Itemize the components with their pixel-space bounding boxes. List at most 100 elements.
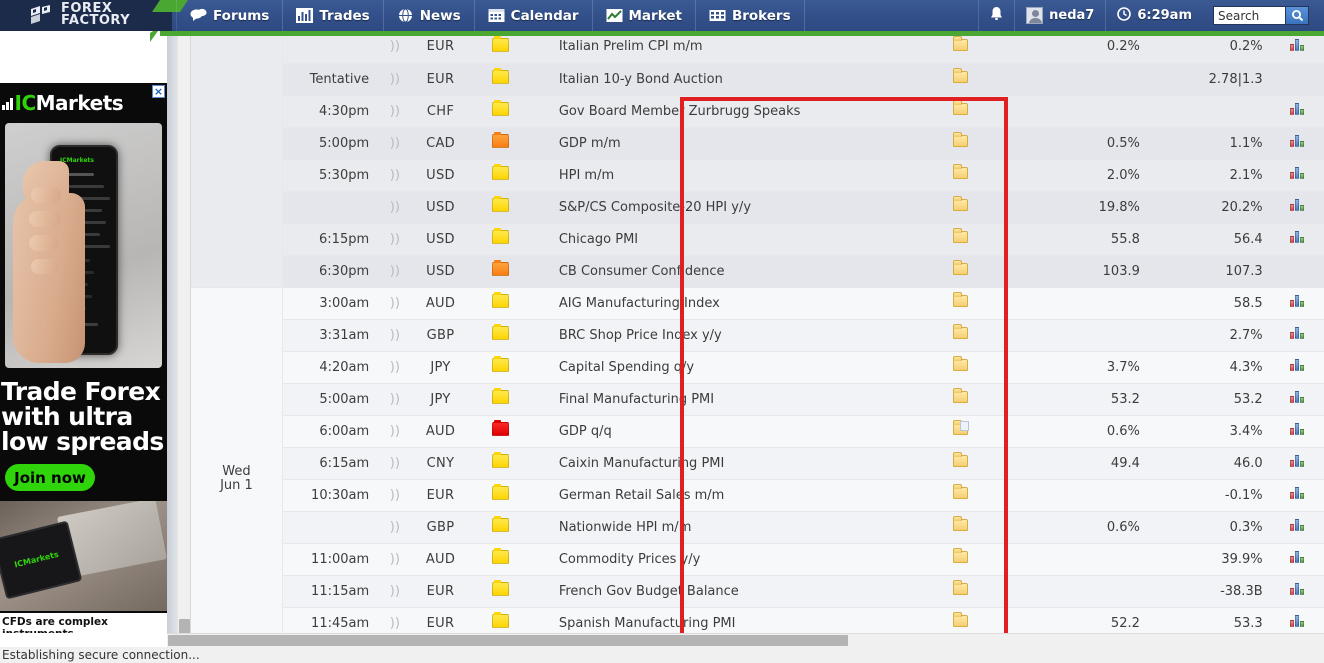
alert-speaker-icon[interactable]: )) [390, 328, 400, 343]
alert-speaker-icon[interactable]: )) [390, 168, 400, 183]
bar-graph-icon[interactable] [1290, 422, 1306, 436]
horizontal-scrollbar-track[interactable] [167, 633, 1324, 647]
folder-icon[interactable] [953, 388, 969, 403]
alert-speaker-icon[interactable]: )) [390, 264, 400, 279]
event-title[interactable]: French Gov Budget Balance [559, 584, 739, 599]
event-title[interactable]: Commodity Prices y/y [559, 552, 700, 567]
folder-icon[interactable] [953, 484, 969, 499]
bar-graph-icon[interactable] [1290, 198, 1306, 212]
horizontal-scrollbar-thumb[interactable] [168, 635, 848, 646]
bar-graph-icon[interactable] [1290, 134, 1306, 148]
alert-speaker-icon[interactable]: )) [390, 296, 400, 311]
event-title[interactable]: Capital Spending q/y [559, 360, 694, 375]
folder-icon[interactable] [953, 260, 969, 275]
event-title[interactable]: S&P/CS Composite-20 HPI y/y [559, 200, 751, 215]
table-row[interactable]: 11:00am)) AUD Commodity Prices y/y 39.9% [191, 543, 1324, 576]
nav-item-forums[interactable]: Forums [176, 0, 284, 31]
bar-graph-icon[interactable] [1290, 614, 1306, 628]
nav-item-brokers[interactable]: Brokers [696, 0, 805, 31]
event-title[interactable]: Gov Board Member Zurbrugg Speaks [559, 104, 801, 119]
impact-yellow-icon[interactable] [492, 100, 510, 116]
table-row[interactable]: 5:30pm)) USD HPI m/m 2.0% 2.1% [191, 159, 1324, 192]
alert-speaker-icon[interactable]: )) [390, 552, 400, 567]
impact-yellow-icon[interactable] [492, 292, 510, 308]
event-title[interactable]: Italian Prelim CPI m/m [559, 39, 703, 54]
folder-icon[interactable] [953, 580, 969, 595]
folder-icon[interactable] [953, 548, 969, 563]
folder-icon[interactable] [953, 292, 969, 307]
alert-speaker-icon[interactable]: )) [390, 232, 400, 247]
impact-orange-icon[interactable] [492, 260, 510, 276]
alert-speaker-icon[interactable]: )) [390, 104, 400, 119]
table-row[interactable]: 6:15am)) CNY Caixin Manufacturing PMI 49.4 4… [191, 447, 1324, 480]
event-title[interactable]: Final Manufacturing PMI [559, 392, 714, 407]
close-icon[interactable]: × [152, 85, 165, 98]
bar-graph-icon[interactable] [1290, 518, 1306, 532]
search-input[interactable] [1213, 6, 1285, 25]
folder-icon[interactable] [953, 100, 969, 115]
alert-speaker-icon[interactable]: )) [390, 72, 400, 87]
impact-yellow-icon[interactable] [492, 356, 510, 372]
event-title[interactable]: BRC Shop Price Index y/y [559, 328, 722, 343]
impact-red-icon[interactable] [492, 420, 510, 436]
bar-graph-icon[interactable] [1290, 326, 1306, 340]
folder-icon[interactable] [953, 228, 969, 243]
folder-icon[interactable] [953, 196, 969, 211]
table-row[interactable]: Tentative)) EUR Italian 10-y Bond Auction 2… [191, 63, 1324, 96]
folder-icon[interactable] [953, 612, 969, 627]
bar-graph-icon[interactable] [1290, 390, 1306, 404]
bar-graph-icon[interactable] [1290, 38, 1306, 52]
table-row[interactable]: 11:15am)) EUR French Gov Budget Balance -38… [191, 575, 1324, 608]
alert-speaker-icon[interactable]: )) [390, 392, 400, 407]
impact-yellow-icon[interactable] [492, 612, 510, 628]
alert-speaker-icon[interactable]: )) [390, 488, 400, 503]
nav-item-trades[interactable]: Trades [283, 0, 384, 31]
table-row[interactable]: 6:15pm)) USD Chicago PMI 55.8 56.4 [191, 223, 1324, 256]
event-title[interactable]: Chicago PMI [559, 232, 638, 247]
ad-join-now-button[interactable]: Join now [5, 464, 95, 491]
impact-yellow-icon[interactable] [492, 164, 510, 180]
alert-speaker-icon[interactable]: )) [390, 616, 400, 631]
impact-yellow-icon[interactable] [492, 484, 510, 500]
event-title[interactable]: Italian 10-y Bond Auction [559, 72, 723, 87]
impact-yellow-icon[interactable] [492, 68, 510, 84]
table-row[interactable]: )) GBP Nationwide HPI m/m 0.6% 0.3% [191, 511, 1324, 544]
folder-icon[interactable] [953, 452, 969, 467]
vertical-scrollbar-track[interactable] [178, 31, 191, 663]
bar-graph-icon[interactable] [1290, 230, 1306, 244]
table-row[interactable]: 6:30pm)) USD CB Consumer Confidence 103.9 10… [191, 255, 1324, 288]
event-title[interactable]: Nationwide HPI m/m [559, 520, 692, 535]
impact-yellow-icon[interactable] [492, 516, 510, 532]
table-row[interactable]: 4:30pm)) CHF Gov Board Member Zurbrugg Spe… [191, 95, 1324, 128]
table-row[interactable]: 3:31am)) GBP BRC Shop Price Index y/y 2.7% [191, 319, 1324, 352]
nav-item-calendar[interactable]: Calendar [475, 0, 593, 31]
impact-yellow-icon[interactable] [492, 388, 510, 404]
folder-icon[interactable] [953, 164, 969, 179]
event-title[interactable]: Spanish Manufacturing PMI [559, 616, 736, 631]
nav-item-market[interactable]: Market [593, 0, 696, 31]
folder-icon[interactable] [953, 324, 969, 339]
table-row[interactable]: 5:00pm)) CAD GDP m/m 0.5% 1.1% [191, 127, 1324, 160]
alert-speaker-icon[interactable]: )) [390, 360, 400, 375]
bar-graph-icon[interactable] [1290, 102, 1306, 116]
table-row[interactable]: 10:30am)) EUR German Retail Sales m/m -0.1% [191, 479, 1324, 512]
bar-graph-icon[interactable] [1290, 294, 1306, 308]
event-title[interactable]: Caixin Manufacturing PMI [559, 456, 725, 471]
event-title[interactable]: GDP q/q [559, 424, 612, 439]
folder-multi-icon[interactable] [953, 420, 970, 435]
bar-graph-icon[interactable] [1290, 550, 1306, 564]
table-row[interactable]: Wed Jun 1 3:00am)) AUD AIG Manufacturing Ind… [191, 287, 1324, 663]
impact-yellow-icon[interactable] [492, 196, 510, 212]
folder-icon[interactable] [953, 35, 969, 51]
notifications-button[interactable] [978, 0, 1014, 31]
bar-graph-icon[interactable] [1290, 486, 1306, 500]
table-row[interactable]: 5:00am)) JPY Final Manufacturing PMI 53.2 53… [191, 383, 1324, 416]
alert-speaker-icon[interactable]: )) [390, 584, 400, 599]
clock-time-display[interactable]: 6:29am [1105, 0, 1203, 31]
table-row[interactable]: )) USD S&P/CS Composite-20 HPI y/y 19.8% 20.… [191, 191, 1324, 224]
site-logo[interactable]: FOREX FACTORY [30, 2, 130, 27]
impact-yellow-icon[interactable] [492, 452, 510, 468]
impact-yellow-icon[interactable] [492, 228, 510, 244]
bar-graph-icon[interactable] [1290, 582, 1306, 596]
bar-graph-icon[interactable] [1290, 358, 1306, 372]
